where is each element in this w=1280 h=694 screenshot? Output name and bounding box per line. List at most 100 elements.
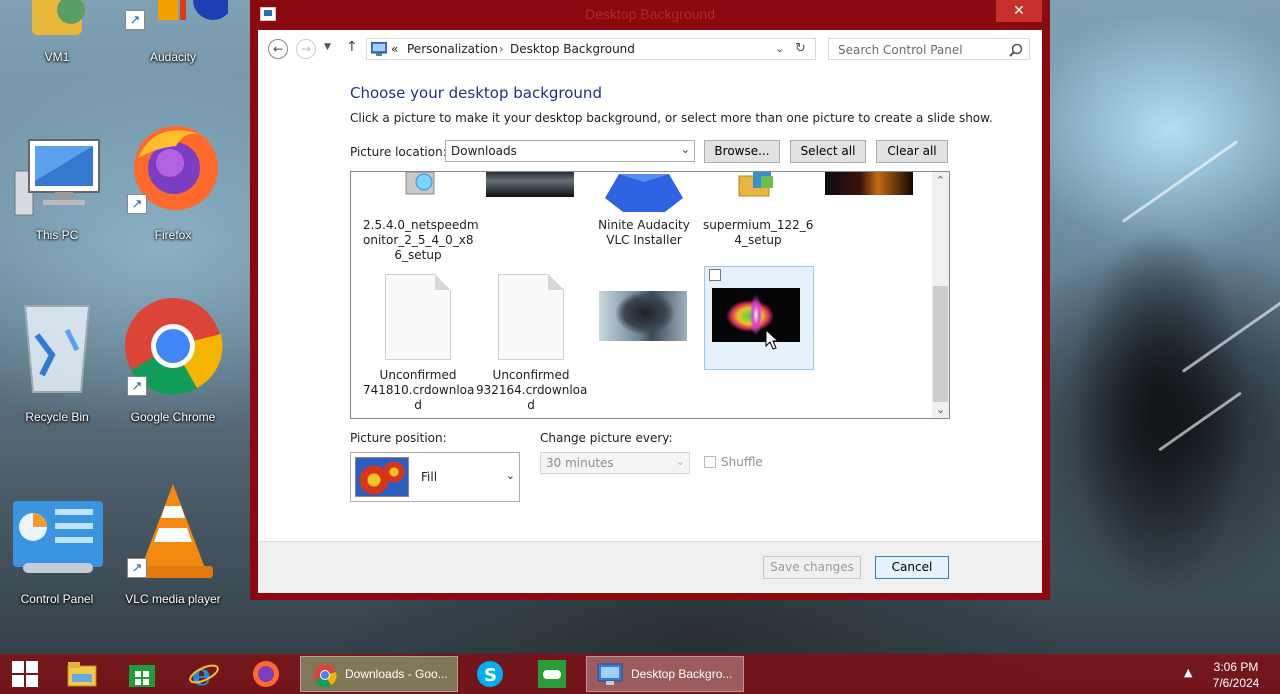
taskbar-desktop-background[interactable]: Desktop Backgro...	[586, 656, 744, 692]
desktop-icon-recycle-bin[interactable]: Recycle Bin	[2, 300, 112, 424]
breadcrumb-desktop-background[interactable]: Desktop Background	[510, 42, 635, 56]
clear-all-button[interactable]: Clear all	[876, 140, 948, 163]
setup-installer-icon	[405, 172, 435, 195]
taskbar-internet-explorer[interactable]: e	[184, 654, 224, 694]
notification-chevron-icon[interactable]: ▲	[1184, 666, 1192, 679]
address-dropdown-icon[interactable]: ⌄	[775, 42, 784, 55]
picture-tile[interactable]: Unconfirmed 932164.crdownloa d	[476, 272, 587, 412]
picture-caption: Ninite Audacity VLC Installer	[598, 218, 690, 247]
refresh-icon[interactable]: ↻	[795, 41, 806, 56]
window-title: Desktop Background	[585, 6, 715, 22]
desktop-icon-google-chrome[interactable]: ↗ Google Chrome	[118, 298, 228, 424]
game-controller-icon	[538, 660, 566, 688]
chevron-down-icon: ⌄	[505, 469, 515, 482]
taskbar-skype[interactable]: S	[470, 654, 510, 694]
desktop-icon-label: Google Chrome	[130, 410, 216, 424]
address-bar[interactable]: « Personalization › Desktop Background ⌄…	[366, 38, 816, 60]
shortcut-arrow-icon: ↗	[127, 194, 147, 214]
desktop-icon-audacity[interactable]: ↗ Audacity	[118, 0, 228, 64]
picture-tile[interactable]: 2.5.4.0_netspeedm onitor_2_5_4_0_x8 6_se…	[363, 172, 479, 267]
ninite-icon	[605, 174, 683, 212]
search-icon[interactable]	[1009, 43, 1023, 57]
picture-position-select[interactable]: Fill ⌄	[350, 452, 520, 502]
scrollbar-thumb[interactable]	[933, 286, 948, 402]
change-picture-label: Change picture every:	[540, 431, 673, 445]
desktop-icon-control-panel[interactable]: Control Panel	[2, 482, 112, 606]
cancel-button[interactable]: Cancel	[875, 556, 949, 579]
desktop-icon-label: VLC media player	[125, 592, 221, 606]
scroll-down-icon[interactable]: ⌄	[932, 401, 949, 418]
windows-logo-icon	[12, 661, 38, 687]
breadcrumb-separator[interactable]: ›	[499, 42, 504, 56]
taskbar-file-explorer[interactable]	[62, 654, 102, 694]
taskbar-store[interactable]	[122, 654, 162, 694]
picture-list-scrollbar[interactable]: ⌃ ⌄	[932, 172, 949, 418]
system-clock[interactable]: 3:06 PM 7/6/2024	[1206, 659, 1266, 691]
title-bar[interactable]: Desktop Background ✕	[250, 0, 1050, 30]
desktop-icon-label: Recycle Bin	[25, 410, 89, 424]
desktop-icon-firefox[interactable]: ↗ Firefox	[118, 118, 228, 242]
picture-tile[interactable]	[817, 172, 927, 222]
desktop-icon-this-pc[interactable]: This PC	[2, 118, 112, 242]
chrome-icon	[314, 664, 337, 687]
taskbar-chrome-downloads[interactable]: Downloads - Goo...	[300, 656, 458, 692]
breadcrumb-personalization[interactable]: Personalization	[407, 42, 498, 56]
wallpaper-thumbnail	[486, 172, 574, 197]
control-panel-icon	[371, 42, 387, 56]
shortcut-arrow-icon: ↗	[127, 376, 147, 396]
chevron-down-icon: ⌄	[675, 455, 685, 468]
search-input[interactable]	[836, 40, 1010, 60]
address-overflow-chevron[interactable]: «	[391, 42, 398, 56]
desktop-icon-vlc[interactable]: ↗ VLC media player	[118, 482, 228, 606]
recycle-bin-icon	[23, 305, 91, 393]
picture-tile[interactable]: supermium_122_6 4_setup	[703, 172, 813, 257]
skype-icon: S	[477, 661, 503, 687]
start-button[interactable]	[8, 654, 44, 694]
picture-location-select[interactable]: Downloads ⌄	[445, 140, 695, 162]
desktop-icon-label: Audacity	[149, 50, 197, 64]
desktop-icon-vm1[interactable]: VM1	[2, 0, 112, 64]
picture-tile-selected[interactable]	[704, 266, 814, 370]
picture-tile[interactable]: Ninite Audacity VLC Installer	[589, 172, 699, 257]
setup-installer-icon	[738, 172, 773, 197]
save-changes-button[interactable]: Save changes	[763, 556, 861, 579]
vm-icon	[32, 0, 85, 35]
picture-tile[interactable]: Unconfirmed 741810.crdownloa d	[363, 272, 474, 412]
svg-text:e: e	[192, 658, 211, 690]
back-button[interactable]: ←	[268, 39, 288, 59]
taskbar-firefox[interactable]	[246, 654, 286, 694]
taskbar-app-label: Downloads - Goo...	[345, 667, 448, 681]
picture-checkbox[interactable]	[709, 269, 721, 281]
shortcut-arrow-icon: ↗	[125, 10, 145, 30]
window-client-area: ← → ▼ ↑ « Personalization › Desktop Back…	[258, 30, 1042, 593]
picture-tile[interactable]	[476, 172, 586, 222]
svg-text:S: S	[484, 665, 497, 686]
close-button[interactable]: ✕	[996, 0, 1042, 22]
shuffle-label: Shuffle	[721, 455, 763, 469]
picture-position-preview	[355, 457, 409, 497]
browse-button[interactable]: Browse...	[704, 140, 780, 163]
recent-locations-icon[interactable]: ▼	[324, 42, 331, 52]
taskbar: e Downloads - Goo... S Desktop Backgro..…	[0, 654, 1280, 694]
select-all-button[interactable]: Select all	[790, 140, 866, 163]
shortcut-arrow-icon: ↗	[127, 558, 147, 578]
desktop-background-window: Desktop Background ✕ ← → ▼ ↑ « Personali…	[250, 0, 1050, 600]
wallpaper-thumbnail	[712, 288, 800, 342]
computer-icon	[14, 139, 100, 216]
dialog-footer: Save changes Cancel	[258, 541, 1042, 593]
desktop-icon-label: Firefox	[154, 228, 192, 242]
scroll-up-icon[interactable]: ⌃	[932, 172, 949, 189]
shuffle-checkbox[interactable]	[704, 456, 716, 468]
change-picture-select[interactable]: 30 minutes ⌄	[540, 452, 690, 474]
picture-list[interactable]: 2.5.4.0_netspeedm onitor_2_5_4_0_x8 6_se…	[350, 171, 950, 419]
forward-button[interactable]: →	[296, 39, 316, 59]
taskbar-xbox-games[interactable]	[532, 654, 572, 694]
page-description: Click a picture to make it your desktop …	[350, 111, 993, 125]
chevron-down-icon: ⌄	[680, 143, 690, 156]
up-arrow-icon[interactable]: ↑	[346, 39, 358, 55]
picture-tile[interactable]	[589, 272, 699, 352]
clock-time: 3:06 PM	[1213, 660, 1259, 674]
file-document-icon	[385, 274, 451, 360]
picture-location-value: Downloads	[451, 144, 517, 158]
search-box[interactable]	[828, 38, 1030, 60]
